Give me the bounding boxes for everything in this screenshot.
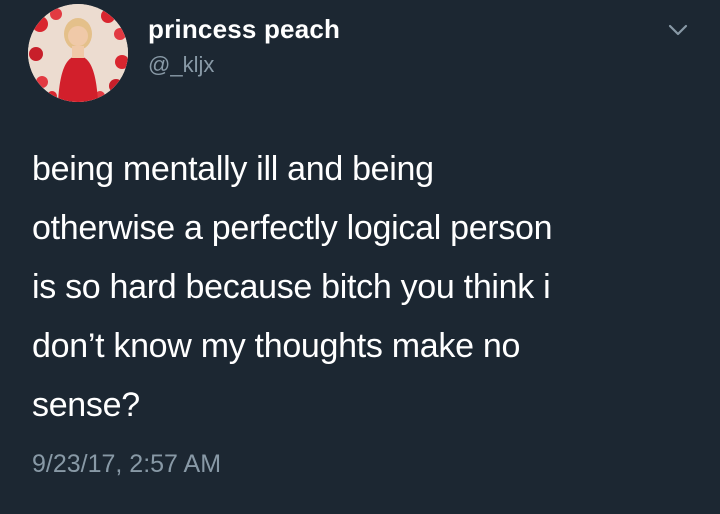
tweet-text-line: is so hard because bitch you think i [32, 268, 551, 306]
tweet-text: being mentally ill and being otherwise a… [32, 140, 692, 435]
user-handle[interactable]: @_kljx [148, 52, 214, 78]
avatar[interactable] [28, 4, 128, 102]
tweet-text-line: don’t know my thoughts make no [32, 327, 521, 365]
tweet-text-line: being mentally ill and being [32, 150, 434, 188]
tweet-card: princess peach @_kljx being mentally ill… [0, 0, 720, 514]
profile-photo-icon [28, 4, 128, 102]
display-name[interactable]: princess peach [148, 14, 340, 45]
tweet-text-line: otherwise a perfectly logical person [32, 209, 553, 247]
tweet-text-line: sense? [32, 386, 140, 424]
tweet-timestamp[interactable]: 9/23/17, 2:57 AM [32, 450, 221, 479]
chevron-down-icon[interactable] [664, 16, 692, 44]
